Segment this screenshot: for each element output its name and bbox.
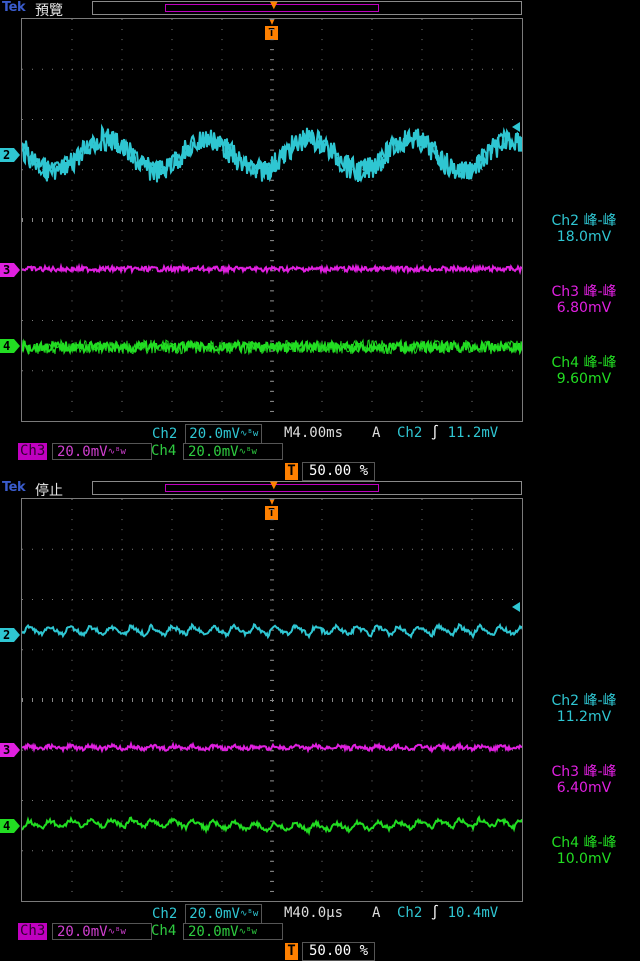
trigger-source: Ch2 xyxy=(397,425,423,441)
trigger-level: 10.4mV xyxy=(447,905,499,921)
ch2-waveform-noise xyxy=(22,123,522,183)
horizontal-position-readout[interactable]: T 50.00 % xyxy=(285,462,376,481)
trigger-t-icon: T xyxy=(285,463,298,480)
trigger-t-icon: T xyxy=(285,943,298,960)
ch4-label[interactable]: Ch4 xyxy=(151,923,176,940)
measurement-ch3: Ch3 峰-峰 6.40mV xyxy=(528,764,640,796)
timebase-readout[interactable]: M4.00ms xyxy=(284,424,343,442)
acquisition-status: 停止 xyxy=(35,483,63,499)
measurement-label: Ch3 峰-峰 xyxy=(551,764,617,780)
horizontal-position: 50.00 % xyxy=(302,462,376,481)
ch4-label[interactable]: Ch4 xyxy=(151,443,176,460)
measurement-label: Ch3 峰-峰 xyxy=(551,284,617,300)
ch4-scale-readout[interactable]: 20.0mV∿ᴮw xyxy=(183,443,283,460)
ch2-waveform xyxy=(22,622,522,640)
trigger-point-icon: ▼ xyxy=(270,480,278,491)
scope-capture-bottom: Tek 停止 ▼ T 2 3 4 Ch2 峰-峰 11.2mV Ch3 峰-峰 … xyxy=(0,480,640,961)
title-bar: Tek 預覽 ▼ xyxy=(0,0,640,19)
bandwidth-limit-icon: ∿ᴮw xyxy=(238,927,257,937)
bandwidth-limit-icon: ∿ᴮw xyxy=(238,447,257,457)
trigger-readout[interactable]: Ch2 ∫ 11.2mV xyxy=(397,424,498,442)
measurement-ch4: Ch4 峰-峰 10.0mV xyxy=(528,835,640,867)
ch3-marker[interactable]: 3 xyxy=(0,743,20,757)
graticule-svg xyxy=(22,499,522,892)
measurement-ch2: Ch2 峰-峰 18.0mV xyxy=(528,213,640,245)
trigger-level-icon xyxy=(512,122,520,132)
trigger-level-icon xyxy=(512,602,520,612)
timebase-readout[interactable]: M40.0µs xyxy=(284,904,343,922)
ch3-scale: 20.0mV xyxy=(57,924,108,940)
measurement-value: 9.60mV xyxy=(556,371,612,387)
ch3-marker[interactable]: 3 xyxy=(0,263,20,277)
waveform-graticule xyxy=(21,498,523,902)
ch2-scale: 20.0mV xyxy=(189,426,240,442)
graticule-svg xyxy=(22,19,522,412)
graticule-dots xyxy=(22,499,513,892)
measurement-ch4: Ch4 峰-峰 9.60mV xyxy=(528,355,640,387)
trigger-source: Ch2 xyxy=(397,905,423,921)
ch4-marker[interactable]: 4 xyxy=(0,339,20,353)
ch2-scale-readout[interactable]: Ch2 20.0mV∿ᴮw xyxy=(150,424,263,444)
acquisition-status: 預覽 xyxy=(35,3,63,19)
brand-logo: Tek xyxy=(2,0,26,15)
ch2-scale-readout[interactable]: Ch2 20.0mV∿ᴮw xyxy=(150,904,263,924)
ch3-label[interactable]: Ch3 xyxy=(18,443,48,460)
measurement-label: Ch2 峰-峰 xyxy=(551,213,617,229)
trigger-mode: A xyxy=(372,905,381,921)
measurement-value: 10.0mV xyxy=(556,851,612,867)
rising-edge-icon: ∫ xyxy=(430,425,440,441)
ch3-scale-readout[interactable]: 20.0mV∿ᴮw xyxy=(52,923,152,940)
title-bar: Tek 停止 ▼ xyxy=(0,480,640,499)
record-length-bar: ▼ xyxy=(92,480,522,495)
trigger-readout[interactable]: Ch2 ∫ 10.4mV xyxy=(397,904,498,922)
ch2-label: Ch2 xyxy=(152,906,178,922)
bandwidth-limit-icon: ∿ᴮw xyxy=(239,429,259,439)
rising-edge-icon: ∫ xyxy=(430,905,440,921)
measurement-value: 6.80mV xyxy=(556,300,612,316)
trigger-point-icon: ▼ xyxy=(270,0,278,11)
bandwidth-limit-icon: ∿ᴮw xyxy=(107,927,126,937)
scope-capture-top: Tek 預覽 ▼ T 2 3 4 Ch2 峰-峰 18.0mV Ch3 峰-峰 … xyxy=(0,0,640,481)
graticule-dots xyxy=(22,19,513,412)
ch4-marker[interactable]: 4 xyxy=(0,819,20,833)
measurement-label: Ch4 峰-峰 xyxy=(551,355,617,371)
ch2-label: Ch2 xyxy=(152,426,178,442)
bandwidth-limit-icon: ∿ᴮw xyxy=(239,909,259,919)
horizontal-position-readout[interactable]: T 50.00 % xyxy=(285,942,376,961)
ch2-scale: 20.0mV xyxy=(189,906,240,922)
ch3-scale: 20.0mV xyxy=(57,444,108,460)
ch4-scale: 20.0mV xyxy=(188,924,239,940)
trigger-mode: A xyxy=(372,425,381,441)
measurement-label: Ch2 峰-峰 xyxy=(551,693,617,709)
horizontal-position: 50.00 % xyxy=(302,942,376,961)
ch2-marker[interactable]: 2 xyxy=(0,628,20,642)
bandwidth-limit-icon: ∿ᴮw xyxy=(107,447,126,457)
ch3-scale-readout[interactable]: 20.0mV∿ᴮw xyxy=(52,443,152,460)
ch4-waveform xyxy=(22,814,522,836)
measurement-value: 18.0mV xyxy=(556,229,612,245)
ch2-marker[interactable]: 2 xyxy=(0,148,20,162)
measurement-ch2: Ch2 峰-峰 11.2mV xyxy=(528,693,640,725)
measurement-value: 11.2mV xyxy=(556,709,612,725)
measurement-value: 6.40mV xyxy=(556,780,612,796)
ch3-label[interactable]: Ch3 xyxy=(18,923,48,940)
waveform-graticule xyxy=(21,18,523,422)
brand-logo: Tek xyxy=(2,480,26,495)
ch4-scale: 20.0mV xyxy=(188,444,239,460)
ch4-scale-readout[interactable]: 20.0mV∿ᴮw xyxy=(183,923,283,940)
measurement-ch3: Ch3 峰-峰 6.80mV xyxy=(528,284,640,316)
record-length-bar: ▼ xyxy=(92,0,522,15)
measurement-label: Ch4 峰-峰 xyxy=(551,835,617,851)
trigger-level: 11.2mV xyxy=(447,425,499,441)
